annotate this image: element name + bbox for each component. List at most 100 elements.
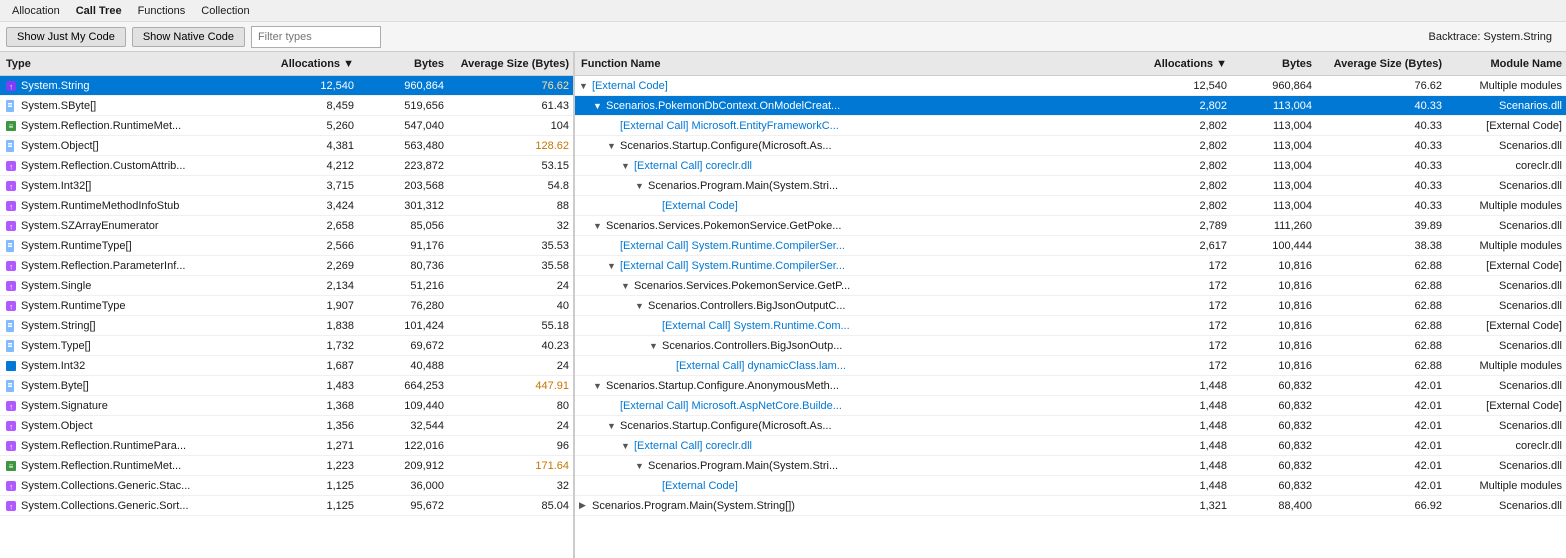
cell-r-allocations: 2,789: [1141, 220, 1231, 232]
expand-icon[interactable]: ▼: [635, 461, 647, 471]
svg-text:↑: ↑: [9, 222, 13, 231]
menu-functions[interactable]: Functions: [130, 3, 194, 19]
left-table-row[interactable]: ≡ System.Reflection.RuntimeMet... 1,223 …: [0, 456, 573, 476]
show-just-my-code-button[interactable]: Show Just My Code: [6, 27, 126, 47]
cell-r-bytes: 10,816: [1231, 300, 1316, 312]
cell-funcname: ▼ Scenarios.Services.PokemonService.GetP…: [575, 280, 1141, 292]
expand-icon[interactable]: ▼: [621, 161, 633, 171]
cell-avg: 88: [448, 200, 573, 212]
expand-icon[interactable]: ▼: [635, 301, 647, 311]
right-table-row[interactable]: [External Call] Microsoft.EntityFramewor…: [575, 116, 1566, 136]
right-table-row[interactable]: ▼ Scenarios.Startup.Configure(Microsoft.…: [575, 416, 1566, 436]
left-table-row[interactable]: System.Int32 1,687 40,488 24: [0, 356, 573, 376]
left-table-row[interactable]: ↑ System.Signature 1,368 109,440 80: [0, 396, 573, 416]
left-table-row[interactable]: ↑ System.Reflection.RuntimePara... 1,271…: [0, 436, 573, 456]
expand-icon[interactable]: ▼: [579, 81, 591, 91]
left-table-row[interactable]: System.String[] 1,838 101,424 55.18: [0, 316, 573, 336]
cell-module: Multiple modules: [1446, 480, 1566, 492]
col-module[interactable]: Module Name: [1446, 58, 1566, 70]
show-native-code-button[interactable]: Show Native Code: [132, 27, 245, 47]
right-table-row[interactable]: [External Code] 1,448 60,832 42.01 Multi…: [575, 476, 1566, 496]
expand-icon[interactable]: ▼: [621, 281, 633, 291]
right-table-row[interactable]: [External Call] dynamicClass.lam... 172 …: [575, 356, 1566, 376]
col-bytes[interactable]: Bytes: [358, 58, 448, 70]
expand-icon[interactable]: ▼: [635, 181, 647, 191]
left-table-row[interactable]: System.Type[] 1,732 69,672 40.23: [0, 336, 573, 356]
cell-r-avg: 66.92: [1316, 500, 1446, 512]
left-table-row[interactable]: ↑ System.Reflection.CustomAttrib... 4,21…: [0, 156, 573, 176]
right-table-row[interactable]: [External Call] Microsoft.AspNetCore.Bui…: [575, 396, 1566, 416]
col-avgsize[interactable]: Average Size (Bytes): [448, 58, 573, 70]
right-table-row[interactable]: [External Code] 2,802 113,004 40.33 Mult…: [575, 196, 1566, 216]
col-r-bytes[interactable]: Bytes: [1231, 58, 1316, 70]
right-table-row[interactable]: ▼ [External Call] System.Runtime.Compile…: [575, 256, 1566, 276]
menu-collection[interactable]: Collection: [193, 3, 257, 19]
left-table-row[interactable]: ↑ System.RuntimeMethodInfoStub 3,424 301…: [0, 196, 573, 216]
cell-funcname: ▼ Scenarios.PokemonDbContext.OnModelCrea…: [575, 100, 1141, 112]
left-table-row[interactable]: ↑ System.Reflection.ParameterInf... 2,26…: [0, 256, 573, 276]
col-funcname[interactable]: Function Name: [575, 58, 1141, 70]
svg-text:↑: ↑: [9, 82, 13, 91]
expand-icon[interactable]: ▼: [649, 341, 661, 351]
cell-r-allocations: 1,448: [1141, 460, 1231, 472]
right-table-row[interactable]: ▼ Scenarios.Services.PokemonService.GetP…: [575, 216, 1566, 236]
left-table-row[interactable]: ↑ System.RuntimeType 1,907 76,280 40: [0, 296, 573, 316]
svg-text:≡: ≡: [9, 122, 14, 131]
expand-icon[interactable]: ▼: [607, 141, 619, 151]
cell-avg: 24: [448, 360, 573, 372]
right-table-row[interactable]: ▶ Scenarios.Program.Main(System.String[]…: [575, 496, 1566, 516]
menu-allocation[interactable]: Allocation: [4, 3, 68, 19]
menu-calltree[interactable]: Call Tree: [68, 3, 130, 19]
col-r-allocations[interactable]: Allocations ▼: [1141, 58, 1231, 70]
left-table-row[interactable]: System.RuntimeType[] 2,566 91,176 35.53: [0, 236, 573, 256]
cell-avg: 104: [448, 120, 573, 132]
svg-text:↑: ↑: [9, 202, 13, 211]
func-name-label: Scenarios.Program.Main(System.Stri...: [648, 460, 838, 472]
cell-module: coreclr.dll: [1446, 160, 1566, 172]
cell-r-avg: 40.33: [1316, 120, 1446, 132]
cell-module: [External Code]: [1446, 400, 1566, 412]
right-table-row[interactable]: ▼ Scenarios.Program.Main(System.Stri... …: [575, 176, 1566, 196]
col-type[interactable]: Type: [0, 58, 263, 70]
left-table-row[interactable]: ↑ System.Single 2,134 51,216 24: [0, 276, 573, 296]
expand-icon[interactable]: ▼: [593, 101, 605, 111]
left-table-row[interactable]: ↑ System.Collections.Generic.Stac... 1,1…: [0, 476, 573, 496]
right-table-row[interactable]: [External Call] System.Runtime.CompilerS…: [575, 236, 1566, 256]
left-table-row[interactable]: ↑ System.Int32[] 3,715 203,568 54.8: [0, 176, 573, 196]
left-table-row[interactable]: ↑ System.Collections.Generic.Sort... 1,1…: [0, 496, 573, 516]
col-r-avgsize[interactable]: Average Size (Bytes): [1316, 58, 1446, 70]
right-table-row[interactable]: ▼ [External Call] coreclr.dll 1,448 60,8…: [575, 436, 1566, 456]
left-table-row[interactable]: ↑ System.Object 1,356 32,544 24: [0, 416, 573, 436]
expand-icon[interactable]: ▼: [607, 421, 619, 431]
expand-icon[interactable]: ▼: [593, 381, 605, 391]
cell-module: Scenarios.dll: [1446, 340, 1566, 352]
right-table-row[interactable]: ▼ Scenarios.Startup.Configure(Microsoft.…: [575, 136, 1566, 156]
right-table-row[interactable]: ▼ Scenarios.Services.PokemonService.GetP…: [575, 276, 1566, 296]
right-table-row[interactable]: [External Call] System.Runtime.Com... 17…: [575, 316, 1566, 336]
right-table-row[interactable]: ▼ Scenarios.PokemonDbContext.OnModelCrea…: [575, 96, 1566, 116]
right-table-row[interactable]: ▼ [External Call] coreclr.dll 2,802 113,…: [575, 156, 1566, 176]
left-table-row[interactable]: System.Byte[] 1,483 664,253 447.91: [0, 376, 573, 396]
cell-module: Scenarios.dll: [1446, 280, 1566, 292]
col-allocations[interactable]: Allocations ▼: [263, 58, 358, 70]
left-table-row[interactable]: ↑ System.SZArrayEnumerator 2,658 85,056 …: [0, 216, 573, 236]
left-table-row[interactable]: ≡ System.Reflection.RuntimeMet... 5,260 …: [0, 116, 573, 136]
right-table-row[interactable]: ▼ Scenarios.Startup.Configure.AnonymousM…: [575, 376, 1566, 396]
right-table-row[interactable]: ▼ Scenarios.Controllers.BigJsonOutp... 1…: [575, 336, 1566, 356]
cell-type: ↑ System.Reflection.ParameterInf...: [0, 259, 263, 273]
cell-r-allocations: 1,448: [1141, 400, 1231, 412]
right-table-row[interactable]: ▼ Scenarios.Controllers.BigJsonOutputC..…: [575, 296, 1566, 316]
func-name-label: Scenarios.Controllers.BigJsonOutputC...: [648, 300, 845, 312]
left-table-row[interactable]: System.Object[] 4,381 563,480 128.62: [0, 136, 573, 156]
filter-input[interactable]: [251, 26, 381, 48]
expand-icon[interactable]: ▼: [621, 441, 633, 451]
func-name-label: [External Code]: [662, 480, 738, 492]
func-name-label: [External Code]: [662, 200, 738, 212]
expand-icon[interactable]: ▼: [607, 261, 619, 271]
left-table-row[interactable]: ↑ System.String 12,540 960,864 76.62: [0, 76, 573, 96]
expand-icon[interactable]: ▶: [579, 500, 591, 511]
left-table-row[interactable]: System.SByte[] 8,459 519,656 61.43: [0, 96, 573, 116]
right-table-row[interactable]: ▼ [External Code] 12,540 960,864 76.62 M…: [575, 76, 1566, 96]
expand-icon[interactable]: ▼: [593, 221, 605, 231]
right-table-row[interactable]: ▼ Scenarios.Program.Main(System.Stri... …: [575, 456, 1566, 476]
